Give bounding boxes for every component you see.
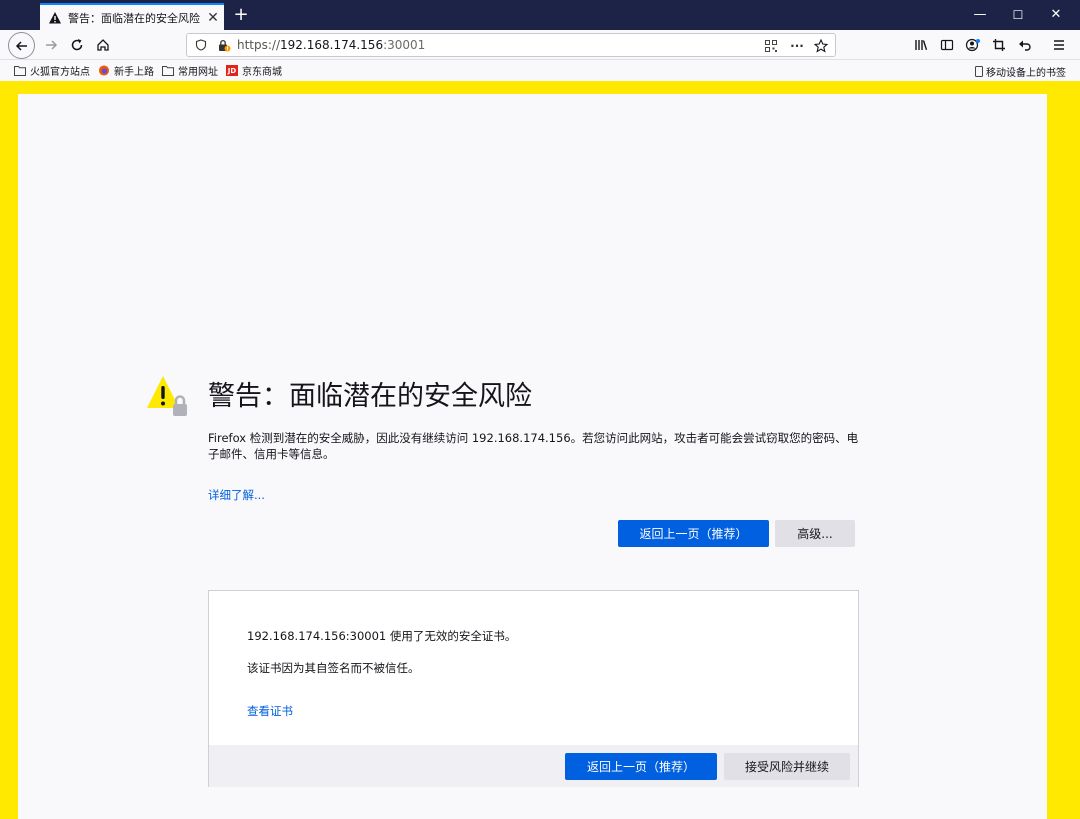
page-title: 警告：面临潜在的安全风险 xyxy=(208,381,532,412)
insecure-lock-icon[interactable] xyxy=(217,39,231,52)
back-button[interactable] xyxy=(8,32,35,59)
accept-risk-button[interactable]: 接受风险并继续 xyxy=(724,753,850,780)
folder-icon xyxy=(14,66,26,76)
library-icon xyxy=(915,40,928,51)
sidebar-button[interactable] xyxy=(934,32,960,58)
bookmark-label: 京东商城 xyxy=(242,67,282,78)
content-area: 警告：面临潜在的安全风险 Firefox 检测到潜在的安全威胁，因此没有继续访问… xyxy=(0,81,1080,819)
firefox-icon xyxy=(98,65,110,76)
account-button[interactable] xyxy=(960,32,986,58)
crop-icon xyxy=(993,39,1005,51)
url-bar[interactable]: https://192.168.174.156:30001 ··· xyxy=(186,33,836,57)
view-certificate-link[interactable]: 查看证书 xyxy=(247,703,293,719)
minimize-button[interactable]: — xyxy=(962,5,998,25)
go-back-button-secondary[interactable]: 返回上一页（推荐） xyxy=(565,753,717,780)
bookmark-item[interactable]: 新手上路 xyxy=(98,63,154,78)
home-icon xyxy=(97,39,109,51)
sidebar-icon xyxy=(940,39,954,51)
url-scheme: https:// xyxy=(237,38,281,52)
advanced-panel-footer: 返回上一页（推荐） 接受风险并继续 xyxy=(209,745,858,787)
cert-error-detail: 该证书因为其自签名而不被信任。 xyxy=(247,661,420,675)
go-back-button[interactable]: 返回上一页（推荐） xyxy=(618,520,769,547)
learn-more-link[interactable]: 详细了解... xyxy=(208,487,265,503)
home-button[interactable] xyxy=(90,32,116,58)
tab-strip: 警告：面临潜在的安全风险 ✕ + — ☐ ✕ xyxy=(0,0,1080,30)
bookmark-item[interactable]: JD 京东商城 xyxy=(226,63,282,78)
bookmark-label: 常用网址 xyxy=(178,67,218,78)
error-description: Firefox 检测到潜在的安全威胁，因此没有继续访问 192.168.174.… xyxy=(208,431,859,461)
bookmarks-toolbar: 火狐官方站点 新手上路 常用网址 JD 京东商城 移动设备上的书签 xyxy=(0,60,1080,81)
mobile-bookmarks-label: 移动设备上的书签 xyxy=(986,68,1066,79)
bookmark-star-button[interactable] xyxy=(811,36,831,56)
bookmark-label: 新手上路 xyxy=(114,67,154,78)
new-tab-button[interactable]: + xyxy=(232,5,250,25)
reload-button[interactable] xyxy=(64,32,90,58)
reload-icon xyxy=(71,39,83,51)
warning-icon xyxy=(49,11,61,23)
url-port: :30001 xyxy=(383,38,426,52)
advanced-button[interactable]: 高级... xyxy=(775,520,855,547)
qr-code-icon xyxy=(765,40,777,52)
bookmark-item[interactable]: 常用网址 xyxy=(162,63,218,78)
mobile-bookmarks[interactable]: 移动设备上的书签 xyxy=(975,64,1066,79)
library-button[interactable] xyxy=(908,32,934,58)
maximize-button[interactable]: ☐ xyxy=(1000,5,1036,25)
bookmark-item[interactable]: 火狐官方站点 xyxy=(14,63,90,78)
screenshot-button[interactable] xyxy=(986,32,1012,58)
back-arrow-icon xyxy=(15,40,27,51)
navigation-toolbar: https://192.168.174.156:30001 ··· xyxy=(0,30,1080,60)
folder-icon xyxy=(162,66,174,76)
forward-arrow-icon xyxy=(46,40,58,50)
close-window-button[interactable]: ✕ xyxy=(1038,5,1074,25)
qr-code-button[interactable] xyxy=(761,36,781,56)
warning-lock-icon xyxy=(147,376,187,416)
url-text: https://192.168.174.156:30001 xyxy=(237,38,425,52)
tab-active[interactable]: 警告：面临潜在的安全风险 ✕ xyxy=(40,3,224,30)
bookmark-label: 火狐官方站点 xyxy=(30,67,90,78)
shield-icon[interactable] xyxy=(195,39,207,51)
mobile-device-icon xyxy=(975,66,983,77)
cert-error-message: 192.168.174.156:30001 使用了无效的安全证书。 xyxy=(247,629,517,643)
tab-title: 警告：面临潜在的安全风险 xyxy=(68,11,200,25)
star-icon xyxy=(814,39,828,53)
error-page: 警告：面临潜在的安全风险 Firefox 检测到潜在的安全威胁，因此没有继续访问… xyxy=(18,94,1047,819)
jd-icon: JD xyxy=(226,65,238,76)
page-actions-button[interactable]: ··· xyxy=(787,36,807,56)
hamburger-menu-icon xyxy=(1054,40,1064,50)
forward-button[interactable] xyxy=(38,32,64,58)
menu-button[interactable] xyxy=(1046,32,1072,58)
close-tab-icon[interactable]: ✕ xyxy=(202,10,224,26)
advanced-panel: 192.168.174.156:30001 使用了无效的安全证书。 该证书因为其… xyxy=(208,590,859,787)
account-icon xyxy=(965,38,980,52)
url-host: 192.168.174.156 xyxy=(280,38,384,52)
undo-icon xyxy=(1019,40,1031,51)
undo-button[interactable] xyxy=(1012,32,1038,58)
